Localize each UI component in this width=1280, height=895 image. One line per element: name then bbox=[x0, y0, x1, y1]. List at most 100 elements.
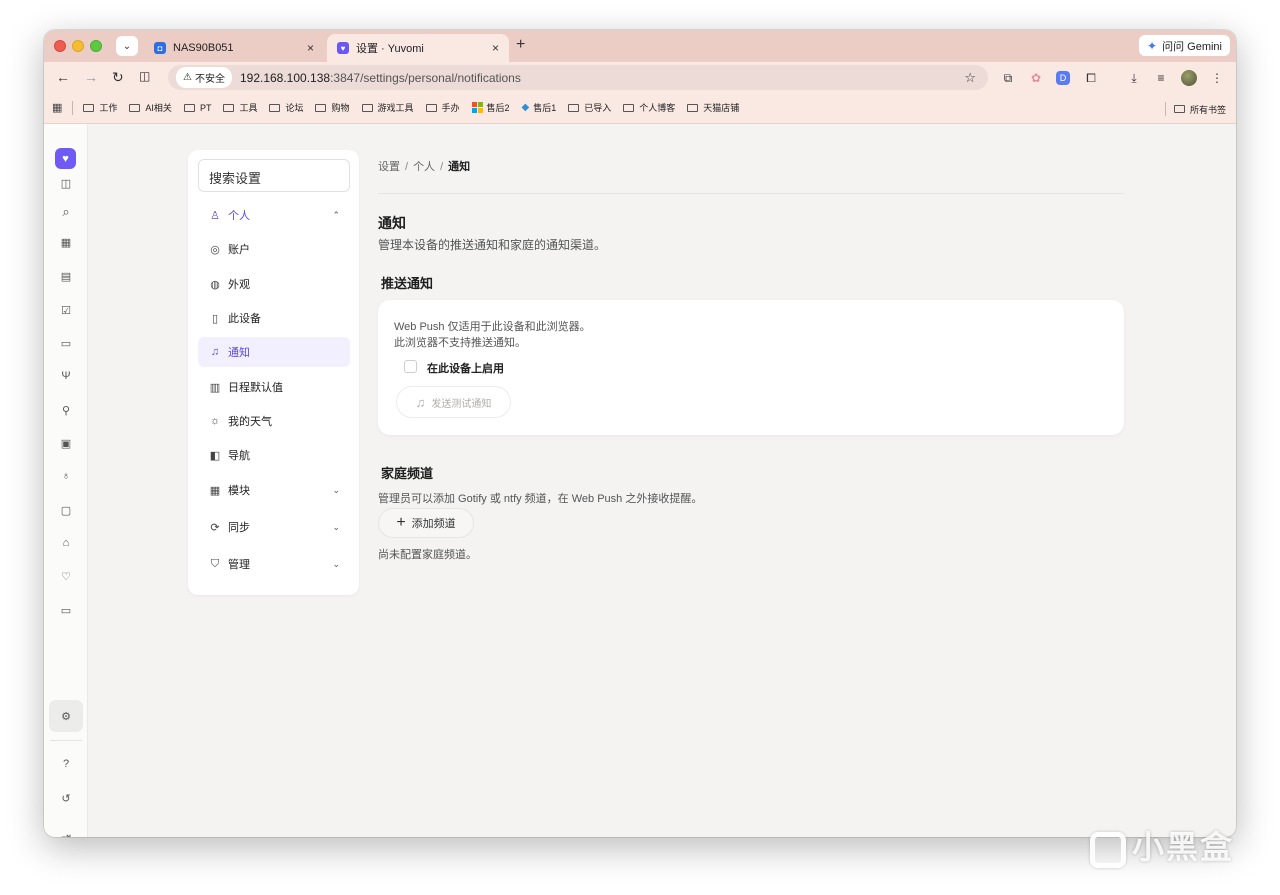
bookmark-star-icon[interactable]: ☆ bbox=[964, 70, 976, 86]
wallet-icon[interactable]: ▭ bbox=[54, 598, 78, 622]
bookmark-folder[interactable]: PT bbox=[183, 103, 211, 113]
files-folder-icon[interactable]: ▣ bbox=[54, 431, 78, 455]
settings-gear-icon[interactable]: ⚙ bbox=[49, 700, 83, 732]
back-arrow-icon[interactable]: ← bbox=[56, 69, 70, 85]
bookmark-folder[interactable]: 工具 bbox=[223, 101, 257, 114]
app-logo-icon[interactable]: ♥ bbox=[55, 148, 76, 169]
apps-grid-icon[interactable]: ▦ bbox=[52, 101, 62, 114]
folder-icon bbox=[129, 103, 141, 112]
settings-search-input[interactable]: 搜索设置 bbox=[198, 159, 350, 192]
nav-item-label: 日程默认值 bbox=[228, 382, 283, 394]
page-description: 管理本设备的推送通知和家庭的通知渠道。 bbox=[378, 238, 607, 252]
nav-item-appearance[interactable]: ◍ 外观 bbox=[198, 269, 350, 299]
new-tab-button[interactable]: + bbox=[516, 36, 525, 54]
tab-title: 设置 · Yuvomi bbox=[356, 43, 424, 55]
bookmark-folder[interactable]: 手办 bbox=[425, 101, 460, 114]
history-icon[interactable]: ↺ bbox=[54, 786, 78, 810]
breadcrumb-settings[interactable]: 设置 bbox=[378, 161, 400, 173]
translate-extension-icon[interactable]: D bbox=[1056, 71, 1070, 85]
browser-toolbar: ← → ↻ ◫ ⚠ 不安全 192.168.100.138:3847/setti… bbox=[44, 62, 1236, 92]
maximize-window-button[interactable] bbox=[90, 40, 102, 52]
url-text: 192.168.100.138:3847/settings/personal/n… bbox=[240, 71, 521, 85]
nav-item-device[interactable]: ▯ 此设备 bbox=[198, 303, 350, 333]
bookmark-folder[interactable]: 个人博客 bbox=[623, 101, 675, 114]
bookmark-folder[interactable]: 天猫店铺 bbox=[687, 101, 739, 114]
reload-icon[interactable]: ↻ bbox=[112, 69, 124, 86]
ask-gemini-button[interactable]: ✦ 问问 Gemini bbox=[1139, 35, 1230, 56]
page-title: 通知 bbox=[378, 215, 406, 231]
all-bookmarks-button[interactable]: 所有书签 bbox=[1164, 102, 1226, 116]
nav-group-admin[interactable]: ⛉ 管理 ⌄ bbox=[198, 549, 350, 579]
tasks-check-icon[interactable]: ☑ bbox=[54, 298, 78, 322]
nav-item-account[interactable]: ◎ 账户 bbox=[198, 234, 350, 264]
bookmark-folder[interactable]: 论坛 bbox=[269, 101, 303, 114]
bookmark-label: 论坛 bbox=[285, 103, 304, 113]
bookmark-label: 已导入 bbox=[584, 103, 612, 113]
notes-icon[interactable]: ▭ bbox=[54, 331, 78, 355]
forward-arrow-icon[interactable]: → bbox=[84, 69, 98, 85]
help-circle-icon[interactable]: ? bbox=[54, 752, 78, 776]
calendar-icon[interactable]: ▤ bbox=[54, 264, 78, 288]
device-icon: ▯ bbox=[211, 312, 219, 325]
folder-icon bbox=[361, 103, 373, 112]
folder-icon bbox=[687, 103, 699, 112]
add-channel-button[interactable]: + 添加频道 bbox=[378, 508, 474, 538]
download-icon[interactable]: ⤓ bbox=[1127, 71, 1141, 85]
minimize-window-button[interactable] bbox=[72, 40, 84, 52]
meals-utensils-icon[interactable]: Ψ bbox=[54, 364, 78, 388]
split-view-icon[interactable]: ◫ bbox=[139, 69, 150, 83]
enable-on-device-checkbox[interactable] bbox=[404, 360, 417, 373]
bookmark-folder[interactable]: 工作 bbox=[83, 101, 117, 114]
tab-search-button[interactable]: ⌄ bbox=[116, 36, 138, 56]
calendar-clock-icon: ▥ bbox=[209, 381, 221, 394]
bookmark-folder[interactable]: AI相关 bbox=[129, 101, 172, 114]
bookmark-label: 售后2 bbox=[486, 103, 510, 113]
send-test-notification-button[interactable]: ♫ 发送测试通知 bbox=[396, 386, 511, 418]
close-tab-icon[interactable]: × bbox=[307, 41, 314, 55]
bookmarks-bar: ▦ 工作 AI相关 PT 工具 论坛 购物 游戏工具 手办 售后2 ◆ 售后1 已… bbox=[44, 92, 1236, 124]
tab-nas[interactable]: ◘ NAS90B051 × bbox=[144, 34, 324, 62]
dashboard-grid-icon[interactable]: ▦ bbox=[54, 230, 78, 254]
bookmark-site[interactable]: ◆ 售后1 bbox=[522, 101, 557, 114]
extensions-puzzle-icon[interactable]: ⧠ bbox=[1084, 71, 1098, 85]
bookmark-folder[interactable]: 已导入 bbox=[568, 101, 611, 114]
bookmark-folder[interactable]: 游戏工具 bbox=[361, 101, 414, 114]
address-bar[interactable]: ⚠ 不安全 192.168.100.138:3847/settings/pers… bbox=[168, 65, 988, 90]
tab-title: NAS90B051 bbox=[173, 42, 234, 54]
logout-icon[interactable]: ⇥ bbox=[54, 825, 78, 837]
award-icon[interactable]: ♁ bbox=[54, 464, 78, 488]
tools-icon[interactable]: ⚲ bbox=[54, 398, 78, 422]
nav-item-notifications[interactable]: ♫ 通知 bbox=[198, 337, 350, 367]
bookmark-site[interactable]: 售后2 bbox=[471, 101, 510, 114]
nav-group-modules[interactable]: ▦ 模块 ⌄ bbox=[198, 475, 350, 505]
search-icon[interactable]: ⌕ bbox=[54, 200, 78, 224]
close-window-button[interactable] bbox=[54, 40, 66, 52]
push-info: Web Push 仅适用于此设备和此浏览器。 bbox=[394, 321, 591, 333]
nav-item-weather[interactable]: ☼ 我的天气 bbox=[198, 406, 350, 436]
screenshot-extension-icon[interactable]: ⧉ bbox=[1001, 71, 1015, 85]
send-test-label: 发送测试通知 bbox=[431, 398, 492, 410]
cake-icon[interactable]: ⌂ bbox=[54, 531, 78, 555]
breadcrumb-personal[interactable]: 个人 bbox=[413, 161, 435, 173]
enable-on-device-label: 在此设备上启用 bbox=[427, 363, 504, 375]
close-tab-icon[interactable]: × bbox=[492, 41, 499, 55]
menu-kebab-icon[interactable]: ⋮ bbox=[1210, 71, 1224, 85]
security-chip[interactable]: ⚠ 不安全 bbox=[176, 67, 232, 88]
nav-group-personal[interactable]: ♙ 个人 ⌃ bbox=[198, 200, 350, 230]
collapse-sidebar-icon[interactable]: ◫ bbox=[54, 171, 78, 195]
bookmark-label: 工作 bbox=[99, 103, 118, 113]
nav-group-sync[interactable]: ⟳ 同步 ⌄ bbox=[198, 512, 350, 542]
bookmark-folder[interactable]: 购物 bbox=[315, 101, 350, 114]
cat-extension-icon[interactable]: ✿ bbox=[1029, 71, 1043, 85]
nav-item-navigation[interactable]: ◧ 导航 bbox=[198, 440, 350, 470]
chevron-down-icon: ⌄ bbox=[332, 558, 340, 569]
nav-item-schedule-defaults[interactable]: ▥ 日程默认值 bbox=[198, 372, 350, 402]
folder-icon bbox=[223, 103, 235, 112]
gemini-sparkle-icon: ✦ bbox=[1147, 38, 1158, 53]
profile-avatar[interactable] bbox=[1181, 70, 1197, 86]
contacts-card-icon[interactable]: ▢ bbox=[54, 498, 78, 522]
tab-settings[interactable]: ♥ 设置 · Yuvomi × bbox=[327, 34, 509, 62]
reading-list-icon[interactable]: ≡ bbox=[1154, 71, 1168, 85]
push-section-title: 推送通知 bbox=[381, 276, 434, 291]
health-heart-icon[interactable]: ♡ bbox=[54, 564, 78, 588]
